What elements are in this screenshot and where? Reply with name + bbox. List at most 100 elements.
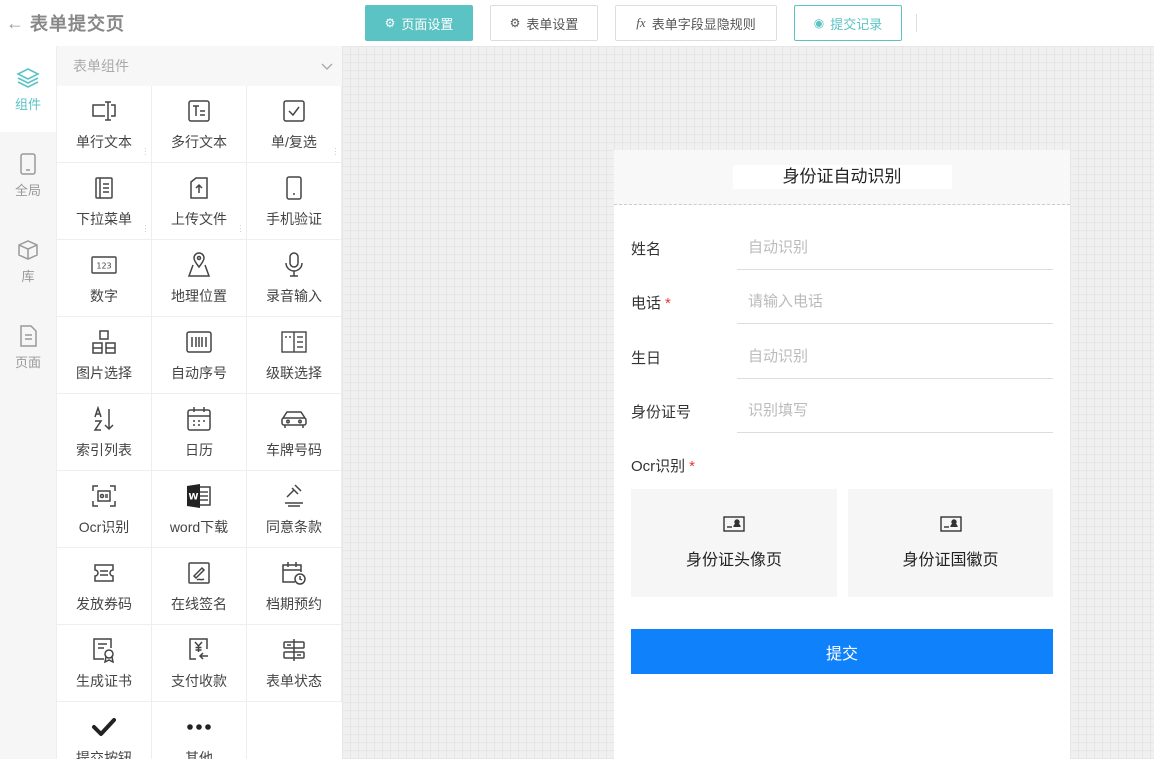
check-icon [92,718,116,736]
eye-icon: ◉ [813,16,825,30]
status-icon [283,639,305,661]
ocr-field-label: Ocr识别 * [631,458,696,475]
required-mark: * [689,458,696,475]
upload-icon [190,177,208,199]
component-form-status[interactable]: 表单状态 [247,625,342,702]
submit-records-button[interactable]: ◉ 提交记录 [794,5,902,41]
nav-item-library[interactable]: 库 [0,218,56,304]
id-number-input[interactable] [737,389,1053,433]
microphone-icon [285,252,303,277]
component-certificate[interactable]: 生成证书 [57,625,152,702]
component-signature[interactable]: 在线签名 [152,548,247,625]
drag-handle-icon[interactable]: · · · [239,222,242,236]
drag-handle-icon[interactable]: · · · [144,222,147,236]
id-card-icon [939,516,962,532]
field-id-number: 身份证号 [631,389,1053,433]
number-icon: 123 [91,256,117,274]
phone-icon [286,176,302,200]
svg-text:W: W [189,493,199,503]
name-input[interactable] [737,226,1053,270]
phone-input[interactable] [737,280,1053,324]
component-multi-line-text[interactable]: 多行文本 [152,86,247,163]
nav-item-global[interactable]: 全局 [0,132,56,218]
form-settings-button[interactable]: ⚙ 表单设置 [490,5,598,41]
form-preview: 身份证自动识别 姓名 电话* 生日 身份证号 Ocr识别* 身份证头像页 身份证… [614,150,1070,759]
drag-handle-icon[interactable]: · · · [334,145,337,159]
car-icon [281,411,307,428]
page-title: 表单提交页 [30,14,125,34]
required-mark: * [665,294,671,312]
form-header: 身份证自动识别 [614,150,1070,205]
barcode-icon [186,331,212,353]
box-icon [18,239,38,260]
component-word-download[interactable]: W word下载 [152,471,247,548]
function-icon: fx [636,15,646,30]
component-schedule[interactable]: 档期预约 [247,548,342,625]
component-checkbox[interactable]: 单/复选 · · · [247,86,342,163]
component-license-plate[interactable]: 车牌号码 [247,394,342,471]
component-auto-number[interactable]: 自动序号 [152,317,247,394]
image-select-icon [92,330,116,354]
component-cascade-select[interactable]: 级联选择 [247,317,342,394]
birthday-input[interactable] [737,335,1053,379]
component-ocr[interactable]: Ocr识别 [57,471,152,548]
gavel-icon [285,484,303,507]
schedule-icon [282,562,306,585]
dropdown-list-icon [95,177,113,199]
component-upload-file[interactable]: 上传文件 · · · [152,163,247,240]
nav-item-components[interactable]: 组件 [0,46,56,132]
component-grid: 单行文本 · · · 多行文本 单/复选 · · · 下拉菜单 · · · 上传文件 · · ·… [57,86,342,759]
signature-icon [188,562,210,584]
nav-item-pages[interactable]: 页面 [0,304,56,390]
component-dropdown[interactable]: 下拉菜单 · · · [57,163,152,240]
field-label: 身份证号 [631,403,692,421]
component-other[interactable]: 其他 [152,702,247,759]
component-single-line-text[interactable]: 单行文本 · · · [57,86,152,163]
submit-button[interactable]: 提交 [631,629,1053,674]
sort-az-icon [93,406,114,431]
more-icon [187,724,211,730]
component-location[interactable]: 地理位置 [152,240,247,317]
component-phone-verify[interactable]: 手机验证 [247,163,342,240]
layers-icon [16,67,40,88]
svg-text:123: 123 [96,262,111,271]
id-card-icon [723,516,745,532]
certificate-icon [93,638,114,663]
scan-id-icon [92,485,116,507]
panel-header[interactable]: 表单组件 [57,46,342,86]
location-icon [187,252,211,277]
component-agree-terms[interactable]: 同意条款 [247,471,342,548]
payment-icon [189,638,208,660]
gear-icon: ⚙ [384,16,396,30]
word-icon: W [187,484,211,508]
component-submit-button[interactable]: 提交按钮 [57,702,152,759]
page-settings-button[interactable]: ⚙ 页面设置 [365,5,473,41]
component-coupon[interactable]: 发放券码 [57,548,152,625]
form-title[interactable]: 身份证自动识别 [732,165,952,189]
component-calendar[interactable]: 日历 [152,394,247,471]
ocr-back-upload[interactable]: 身份证国徽页 [848,489,1053,597]
text-input-icon [92,101,116,121]
field-rules-button[interactable]: fx 表单字段显隐规则 [615,5,777,41]
side-nav: 组件 全局 库 页面 [0,46,57,759]
ocr-front-upload[interactable]: 身份证头像页 [631,489,837,597]
drag-handle-icon[interactable]: · · · [144,145,147,159]
calendar-icon [187,407,211,431]
component-number[interactable]: 123 数字 [57,240,152,317]
component-image-select[interactable]: 图片选择 [57,317,152,394]
field-name: 姓名 [631,226,1053,270]
coupon-icon [94,564,114,582]
field-birthday: 生日 [631,335,1053,379]
component-voice-input[interactable]: 录音输入 [247,240,342,317]
toolbar: ⚙ 页面设置 ⚙ 表单设置 fx 表单字段显隐规则 ◉ 提交记录 [342,0,1154,46]
component-panel: 表单组件 单行文本 · · · 多行文本 单/复选 · · · 下拉菜单 · · · 上传文… [57,46,342,759]
arrow-left-icon[interactable]: ← [0,13,30,34]
component-payment[interactable]: 支付收款 [152,625,247,702]
cascade-icon [281,331,307,353]
app-header: ← 表单提交页 [0,0,342,46]
textarea-icon [188,100,210,122]
component-index-list[interactable]: 索引列表 [57,394,152,471]
document-icon [20,324,37,347]
checkbox-icon [283,100,305,122]
field-label: 电话 * [631,294,671,312]
